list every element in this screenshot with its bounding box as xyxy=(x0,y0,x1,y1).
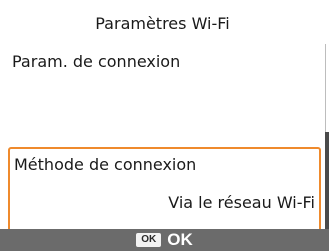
wifi-settings-screen: Paramètres Wi-Fi Param. de connexion Mét… xyxy=(0,0,329,251)
menu-item-connection-settings[interactable]: Param. de connexion xyxy=(12,52,180,72)
connection-method-label: Méthode de connexion xyxy=(14,155,197,174)
screen-title: Paramètres Wi-Fi xyxy=(95,14,230,33)
ok-button[interactable]: OK xyxy=(167,230,193,250)
ok-key-icon: OK xyxy=(136,233,162,247)
connection-method-value: Via le réseau Wi-Fi xyxy=(168,193,315,212)
footer-bar: OK OK xyxy=(0,229,329,251)
